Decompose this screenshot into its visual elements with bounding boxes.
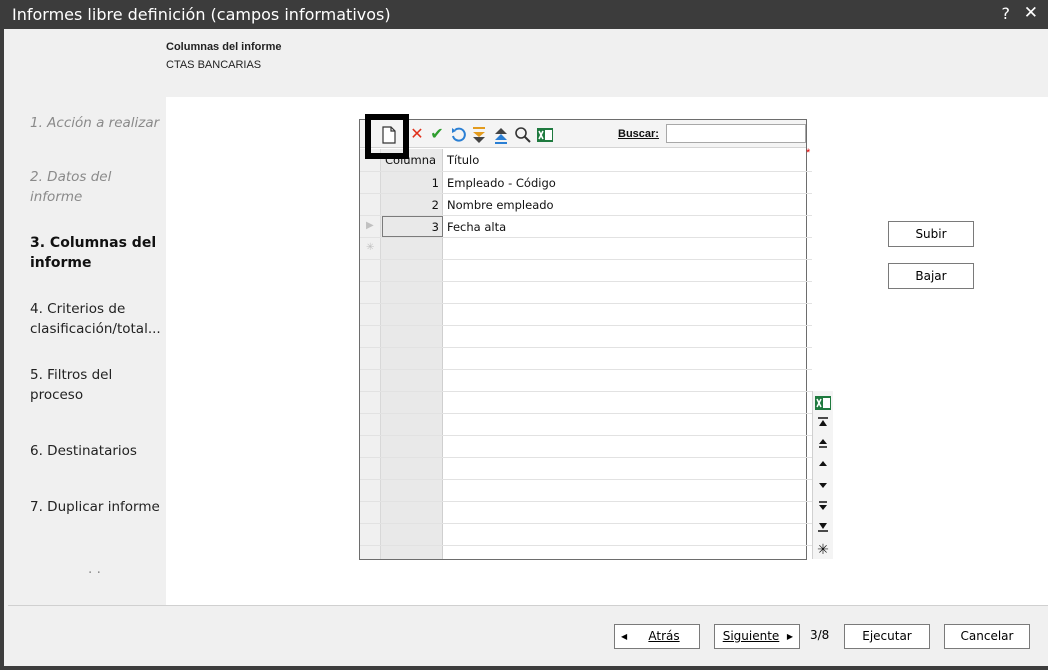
last-record-icon[interactable] (813, 519, 833, 540)
step-columnas[interactable]: 3. Columnas del informe (30, 233, 164, 273)
move-up-icon[interactable] (492, 126, 510, 144)
next-button[interactable]: Siguiente ▶ (714, 624, 800, 649)
row-3-title[interactable]: Fecha alta (447, 216, 506, 238)
excel-icon[interactable] (536, 126, 554, 144)
cancel-button[interactable]: Cancelar (944, 624, 1030, 649)
header-columna[interactable]: Columna (385, 149, 436, 171)
row-1-title[interactable]: Empleado - Código (447, 172, 556, 194)
help-icon[interactable]: ? (1002, 4, 1011, 23)
first-record-icon[interactable] (813, 414, 833, 435)
grid-body: Columna Título * 1 Empleado - Código 2 N… (360, 147, 812, 561)
current-row-marker: ▶ (366, 220, 374, 231)
grid-navigator: ✳ (812, 391, 833, 559)
step-datos[interactable]: 2. Datos del informe (30, 167, 164, 207)
chevron-right-icon: ▶ (786, 632, 793, 641)
grid-toolbar: ✕ ✔ Buscar: (360, 120, 806, 148)
row-selector-column (360, 149, 381, 559)
step-accion[interactable]: 1. Acción a realizar (30, 113, 164, 133)
row-2-title[interactable]: Nombre empleado (447, 194, 554, 216)
cancel-label: Cancelar (960, 629, 1014, 643)
row-3-num[interactable]: 3 (381, 216, 439, 238)
accept-icon[interactable]: ✔ (428, 126, 446, 144)
close-icon[interactable]: ✕ (1024, 3, 1038, 23)
prev-record-icon[interactable] (813, 456, 833, 477)
step-duplicar[interactable]: 7. Duplicar informe (30, 497, 164, 517)
dialog-window: Informes libre definición (campos inform… (0, 0, 1048, 670)
header-titulo[interactable]: Título (447, 149, 479, 171)
bajar-button[interactable]: Bajar (888, 263, 974, 289)
next-page-icon[interactable] (813, 498, 833, 519)
search-input[interactable] (666, 124, 806, 143)
next-record-icon[interactable] (813, 477, 833, 498)
prev-page-icon[interactable] (813, 435, 833, 456)
new-record-icon[interactable]: ✳ (813, 539, 833, 560)
step-header: Columnas del informe CTAS BANCARIAS (8, 29, 1048, 97)
new-row-marker: ✳ (366, 242, 375, 253)
step-counter: 3/8 (810, 628, 830, 642)
step-criterios[interactable]: 4. Criterios de clasificación/total... (30, 299, 164, 339)
delete-icon[interactable]: ✕ (408, 126, 426, 144)
bajar-label: Bajar (915, 269, 947, 283)
new-icon[interactable] (380, 126, 398, 144)
subir-button[interactable]: Subir (888, 221, 974, 247)
title-bar: Informes libre definición (campos inform… (4, 0, 1048, 29)
back-label: Atrás (648, 629, 680, 643)
row-2-num[interactable]: 2 (381, 194, 439, 216)
columns-grid: ✕ ✔ Buscar: Columna Título * 1 Empleado … (359, 119, 833, 560)
report-name: CTAS BANCARIAS (166, 59, 262, 71)
search-icon[interactable] (514, 126, 532, 144)
step-title: Columnas del informe (166, 41, 282, 53)
window-title: Informes libre definición (campos inform… (12, 5, 391, 24)
main-content: ✕ ✔ Buscar: Columna Título * 1 Empleado … (166, 97, 1048, 605)
undo-icon[interactable] (450, 126, 468, 144)
step-filtros[interactable]: 5. Filtros del proceso (30, 365, 164, 405)
export-excel-icon[interactable] (813, 393, 833, 414)
back-button[interactable]: ◀ Atrás (614, 624, 700, 649)
required-mark: * (806, 147, 811, 159)
run-button[interactable]: Ejecutar (844, 624, 930, 649)
next-label: Siguiente (722, 629, 780, 643)
search-label: Buscar: (618, 128, 659, 140)
move-down-icon[interactable] (470, 126, 488, 144)
row-1-num[interactable]: 1 (381, 172, 439, 194)
footer-bar: ◀ Atrás Siguiente ▶ 3/8 Ejecutar Cancela… (8, 605, 1048, 666)
step-destinatarios[interactable]: 6. Destinatarios (30, 441, 164, 461)
wizard-steps: 1. Acción a realizar 2. Datos del inform… (8, 97, 166, 605)
run-label: Ejecutar (862, 629, 912, 643)
subir-label: Subir (915, 227, 947, 241)
chevron-left-icon: ◀ (621, 632, 628, 641)
